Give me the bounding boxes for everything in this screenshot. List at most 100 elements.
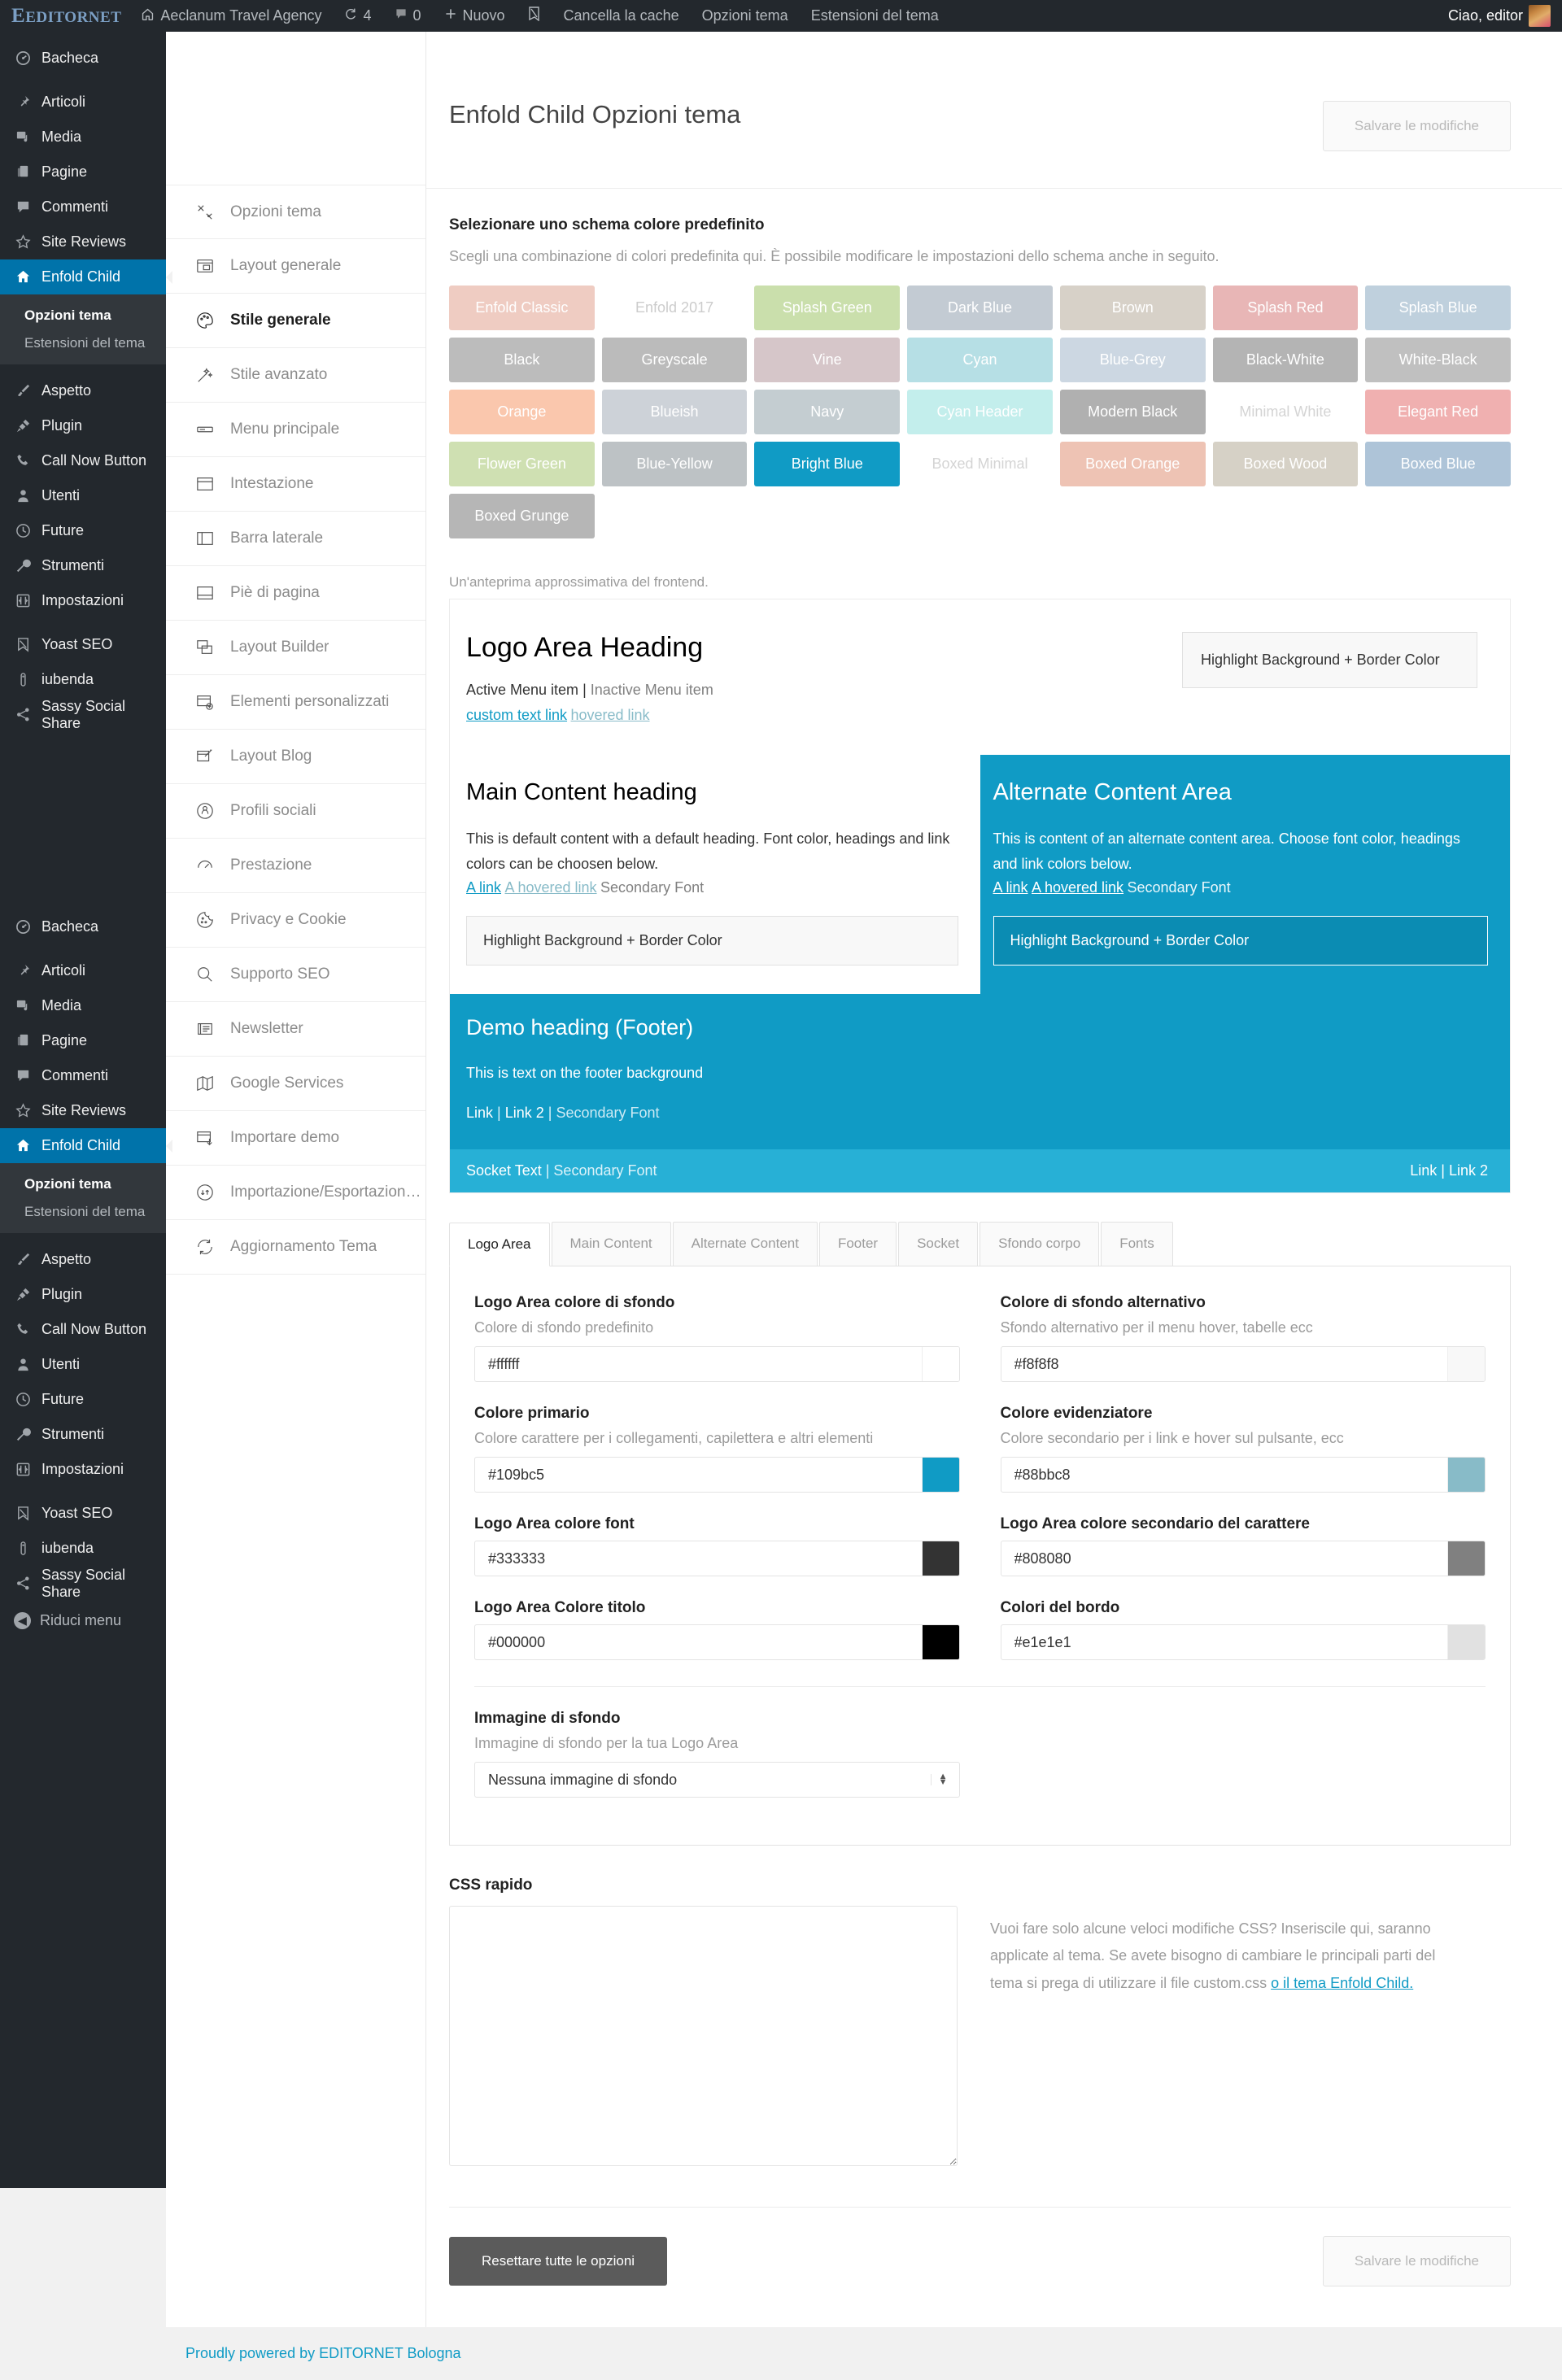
theme-nav-aggiornamento-tema[interactable]: Aggiornamento Tema: [166, 1220, 425, 1275]
color-scheme-brown[interactable]: Brown: [1059, 286, 1206, 330]
sidebar-item-media[interactable]: Media: [0, 120, 166, 155]
enfold-child-link[interactable]: o il tema Enfold Child.: [1271, 1975, 1413, 1991]
sidebar-item-commenti[interactable]: Commenti: [0, 190, 166, 224]
theme-nav-newsletter[interactable]: Newsletter: [166, 1002, 425, 1057]
sidebar-item-site-reviews[interactable]: Site Reviews: [0, 224, 166, 259]
sidebar-subitem-estensioni-del-tema-2[interactable]: Estensioni del tema: [0, 1198, 166, 1226]
color-field[interactable]: [474, 1457, 960, 1493]
sidebar-item-utenti-2[interactable]: Utenti: [0, 1347, 166, 1382]
color-scheme-cyan[interactable]: Cyan: [907, 338, 1053, 382]
sidebar-subitem-opzioni-tema-2[interactable]: Opzioni tema: [0, 1170, 166, 1198]
site-name-menu[interactable]: Aeclanum Travel Agency: [129, 0, 333, 32]
preview-alt-hovered-link[interactable]: A hovered link: [1032, 879, 1124, 896]
theme-nav-profili-sociali[interactable]: Profili sociali: [166, 784, 425, 839]
sidebar-item-articoli-2[interactable]: Articoli: [0, 953, 166, 988]
color-input[interactable]: [1001, 1625, 1447, 1660]
options-tab-socket[interactable]: Socket: [898, 1222, 979, 1266]
preview-main-link[interactable]: A link: [466, 879, 501, 896]
color-field[interactable]: [474, 1346, 960, 1383]
sidebar-item-bacheca-2[interactable]: Bacheca: [0, 909, 166, 944]
preview-footer-link2[interactable]: Link 2: [505, 1105, 544, 1121]
theme-nav-supporto-seo[interactable]: Supporto SEO: [166, 948, 425, 1002]
theme-nav-importazione-esportazione[interactable]: Importazione/Esportazione/...: [166, 1166, 425, 1220]
options-tab-main-content[interactable]: Main Content: [551, 1222, 671, 1266]
theme-nav-stile-avanzato[interactable]: Stile avanzato: [166, 348, 425, 403]
preview-alt-link[interactable]: A link: [993, 879, 1028, 896]
sidebar-item-future[interactable]: Future: [0, 513, 166, 548]
color-scheme-blue-yellow[interactable]: Blue-Yellow: [601, 442, 748, 486]
theme-nav-layout-builder[interactable]: Layout Builder: [166, 621, 425, 675]
sidebar-item-aspetto[interactable]: Aspetto: [0, 373, 166, 408]
sidebar-item-sassy-social-share-2[interactable]: Sassy Social Share: [0, 1566, 166, 1601]
powered-by-link[interactable]: Proudly powered by EDITORNET Bologna: [185, 2345, 461, 2361]
sidebar-item-iubenda[interactable]: iubenda: [0, 662, 166, 697]
color-swatch[interactable]: [921, 1347, 959, 1382]
theme-options-menu[interactable]: Opzioni tema: [691, 0, 800, 32]
sidebar-item-future-2[interactable]: Future: [0, 1382, 166, 1417]
sidebar-subitem-estensioni-del-tema[interactable]: Estensioni del tema: [0, 329, 166, 357]
account-menu[interactable]: Ciao, editor: [1437, 0, 1562, 32]
sidebar-item-utenti[interactable]: Utenti: [0, 478, 166, 513]
color-scheme-flower-green[interactable]: Flower Green: [449, 442, 595, 486]
sidebar-item-site-reviews-2[interactable]: Site Reviews: [0, 1093, 166, 1128]
color-scheme-vine[interactable]: Vine: [754, 338, 901, 382]
theme-nav-importare-demo[interactable]: Importare demo: [166, 1111, 425, 1166]
clear-cache-menu[interactable]: Cancella la cache: [552, 0, 691, 32]
color-scheme-dark-blue[interactable]: Dark Blue: [907, 286, 1053, 330]
preview-main-hovered-link[interactable]: A hovered link: [504, 879, 596, 896]
editornet-logo[interactable]: EEDITORNET: [0, 5, 129, 28]
sidebar-item-strumenti-2[interactable]: Strumenti: [0, 1417, 166, 1452]
options-tab-alternate-content[interactable]: Alternate Content: [672, 1222, 818, 1266]
options-tab-footer[interactable]: Footer: [818, 1222, 897, 1266]
color-scheme-splash-red[interactable]: Splash Red: [1212, 286, 1359, 330]
comments-menu[interactable]: 0: [383, 0, 433, 32]
color-scheme-boxed-minimal[interactable]: Boxed Minimal: [907, 442, 1053, 486]
theme-nav-barra-laterale[interactable]: Barra laterale: [166, 512, 425, 566]
theme-nav-opzioni-tema[interactable]: Opzioni tema: [166, 185, 425, 239]
options-tab-logo-area[interactable]: Logo Area: [449, 1223, 550, 1267]
color-scheme-orange[interactable]: Orange: [449, 390, 595, 434]
color-scheme-black-white[interactable]: Black-White: [1212, 338, 1359, 382]
color-swatch[interactable]: [1447, 1347, 1485, 1382]
color-input[interactable]: [1001, 1541, 1447, 1576]
preview-socket-link2[interactable]: Link 2: [1449, 1162, 1488, 1179]
color-swatch[interactable]: [921, 1625, 959, 1660]
theme-nav-pie-di-pagina[interactable]: Piè di pagina: [166, 566, 425, 621]
yoast-menu[interactable]: [517, 0, 552, 32]
theme-nav-google-services[interactable]: Google Services: [166, 1057, 425, 1111]
color-field[interactable]: [1000, 1541, 1486, 1577]
options-tab-sfondo-corpo[interactable]: Sfondo corpo: [980, 1222, 1100, 1266]
preview-hovered-link[interactable]: hovered link: [571, 707, 650, 723]
color-input[interactable]: [475, 1625, 922, 1660]
sidebar-item-sassy-social-share[interactable]: Sassy Social Share: [0, 697, 166, 732]
sidebar-item-yoast-seo[interactable]: Yoast SEO: [0, 627, 166, 662]
preview-custom-text-link[interactable]: custom text link: [466, 707, 567, 723]
sidebar-item-plugin-2[interactable]: Plugin: [0, 1277, 166, 1312]
color-scheme-splash-blue[interactable]: Splash Blue: [1365, 286, 1511, 330]
sidebar-item-call-now-button[interactable]: Call Now Button: [0, 443, 166, 478]
sidebar-item-yoast-seo-2[interactable]: Yoast SEO: [0, 1496, 166, 1531]
color-scheme-black[interactable]: Black: [449, 338, 595, 382]
new-content-menu[interactable]: Nuovo: [433, 0, 517, 32]
sidebar-item-impostazioni[interactable]: Impostazioni: [0, 583, 166, 618]
color-swatch[interactable]: [921, 1541, 959, 1576]
color-field[interactable]: [474, 1624, 960, 1661]
theme-nav-elementi-personalizzati[interactable]: Elementi personalizzati: [166, 675, 425, 730]
color-scheme-blue-grey[interactable]: Blue-Grey: [1059, 338, 1206, 382]
sidebar-item-iubenda-2[interactable]: iubenda: [0, 1531, 166, 1566]
reset-options-button[interactable]: Resettare tutte le opzioni: [449, 2237, 668, 2286]
color-swatch[interactable]: [921, 1458, 959, 1493]
options-tab-fonts[interactable]: Fonts: [1101, 1222, 1173, 1266]
sidebar-item-pagine[interactable]: Pagine: [0, 155, 166, 190]
sidebar-item-commenti-2[interactable]: Commenti: [0, 1058, 166, 1093]
color-scheme-bright-blue[interactable]: Bright Blue: [754, 442, 901, 486]
color-scheme-white-black[interactable]: White-Black: [1365, 338, 1511, 382]
updates-menu[interactable]: 4: [333, 0, 382, 32]
color-swatch[interactable]: [1447, 1625, 1485, 1660]
theme-nav-layout-generale[interactable]: Layout generale: [166, 239, 425, 294]
color-scheme-blueish[interactable]: Blueish: [601, 390, 748, 434]
sidebar-item-pagine-2[interactable]: Pagine: [0, 1023, 166, 1058]
color-scheme-boxed-blue[interactable]: Boxed Blue: [1365, 442, 1511, 486]
color-input[interactable]: [475, 1347, 922, 1382]
color-field[interactable]: [1000, 1457, 1486, 1493]
